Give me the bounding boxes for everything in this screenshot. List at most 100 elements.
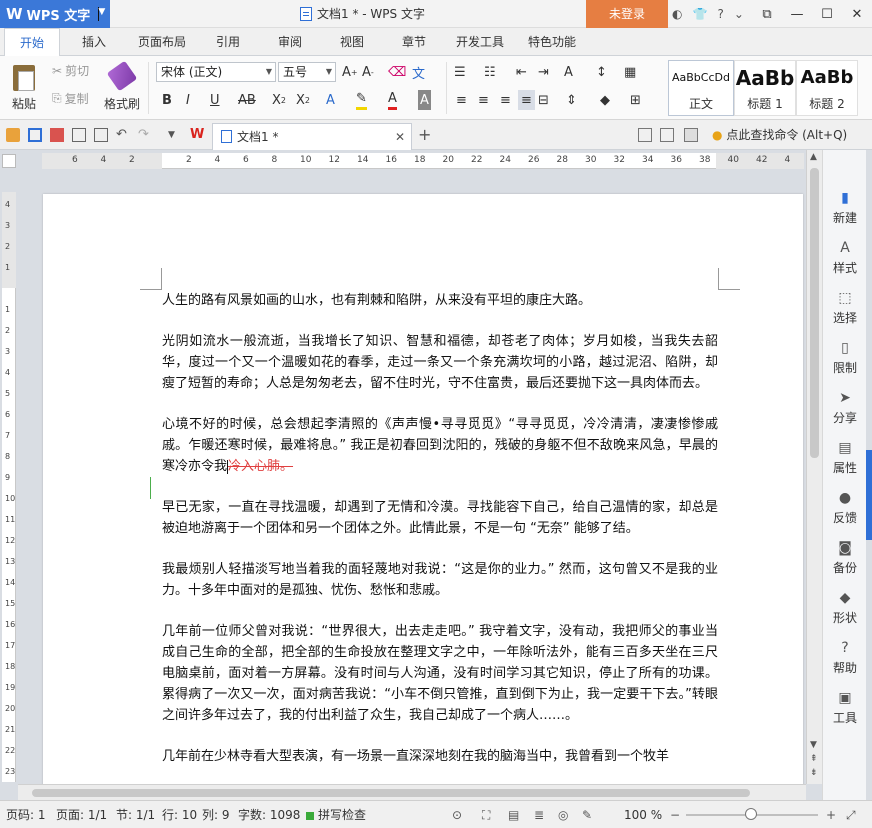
format-painter-button[interactable]: 格式刷 bbox=[102, 60, 142, 116]
font-color-icon[interactable]: A bbox=[388, 90, 397, 110]
horizontal-ruler[interactable]: 6 4 2 2 4 6 8 10 12 14 16 18 20 22 24 26 28 30 32 34 36 38 40 4… bbox=[42, 153, 804, 169]
paragraph[interactable]: 我最烦别人轻描淡写地当着我的面轻蔑地对我说：“这是你的业力。” 然而，这句曾又不… bbox=[162, 559, 718, 601]
outline-view-icon[interactable]: ≣ bbox=[534, 801, 544, 828]
align-center-icon[interactable]: ≡ bbox=[478, 90, 489, 110]
numbered-list-icon[interactable]: ☷ bbox=[484, 62, 496, 82]
horizontal-scroll-thumb[interactable] bbox=[32, 789, 750, 797]
highlight-icon[interactable]: ✎ bbox=[356, 90, 367, 110]
close-tab-icon[interactable]: ✕ bbox=[395, 124, 405, 150]
track-changes-icon[interactable]: ⊙ bbox=[452, 801, 462, 828]
char-shading-icon[interactable]: A bbox=[418, 90, 431, 110]
web-view-icon[interactable]: ◎ bbox=[558, 801, 568, 828]
paste-button[interactable]: 粘贴 bbox=[6, 60, 42, 116]
shirt-icon[interactable]: 👕 bbox=[692, 7, 707, 21]
open-folder-icon[interactable] bbox=[6, 128, 20, 142]
print-preview-icon[interactable] bbox=[94, 128, 108, 142]
style-heading-1[interactable]: AaBb 标题 1 bbox=[734, 60, 796, 116]
close-icon[interactable]: ✕ bbox=[842, 7, 872, 22]
tab-view[interactable]: 视图 bbox=[340, 28, 364, 56]
tab-insert[interactable]: 插入 bbox=[82, 28, 106, 56]
panel-properties[interactable]: ▤ 属性 bbox=[823, 440, 867, 476]
document-text[interactable]: 人生的路有风景如画的山水，也有荆棘和陷阱，从来没有平坦的康庄大路。 光阴如流水一… bbox=[162, 290, 718, 787]
paragraph-with-revision[interactable]: 心境不好的时候，总会想起李清照的《声声慢•寻寻觅觅》“寻寻觅觅，冷冷清清，凄凄惨… bbox=[162, 414, 718, 477]
increase-indent-icon[interactable]: ⇥ bbox=[538, 62, 549, 82]
window-layout-icon[interactable] bbox=[638, 128, 652, 142]
zoom-in-icon[interactable]: + bbox=[826, 801, 836, 828]
fullscreen-icon[interactable]: ⛶ bbox=[482, 801, 490, 828]
page-view-icon[interactable]: ▤ bbox=[508, 801, 519, 828]
style-heading-2[interactable]: AaBb 标题 2 bbox=[796, 60, 858, 116]
redo-icon[interactable]: ↷ bbox=[138, 128, 152, 142]
italic-icon[interactable]: I bbox=[186, 90, 190, 110]
ruler-corner[interactable] bbox=[2, 154, 16, 168]
minimize-icon[interactable]: — bbox=[782, 7, 812, 22]
align-left-icon[interactable]: ≡ bbox=[456, 90, 467, 110]
underline-icon[interactable]: U bbox=[210, 90, 220, 110]
status-words[interactable]: 字数: 1098 bbox=[238, 801, 300, 828]
paragraph[interactable]: 几年前在少林寺看大型表演，有一场景一直深深地刻在我的脑海当中，我曾看到一个牧羊 bbox=[162, 746, 718, 767]
tab-features[interactable]: 特色功能 bbox=[528, 28, 576, 56]
strikethrough-icon[interactable]: AB bbox=[238, 90, 256, 110]
tab-page-layout[interactable]: 页面布局 bbox=[138, 28, 186, 56]
font-size-select[interactable]: 五号 ▼ bbox=[278, 62, 336, 82]
paragraph[interactable]: 光阴如流水一般流逝，当我增长了知识、智慧和福德，却苍老了肉体；岁月如梭，当我失去… bbox=[162, 331, 718, 394]
panel-new[interactable]: ▮ 新建 bbox=[823, 190, 867, 226]
paragraph[interactable]: 人生的路有风景如画的山水，也有荆棘和陷阱，从来没有平坦的康庄大路。 bbox=[162, 290, 718, 311]
zoom-level[interactable]: 100 % bbox=[624, 801, 662, 828]
tab-start[interactable]: 开始 bbox=[4, 28, 60, 57]
reading-view-icon[interactable]: ✎ bbox=[582, 801, 592, 828]
subscript-icon[interactable]: X2 bbox=[296, 90, 310, 110]
panel-tools[interactable]: ▣ 工具 bbox=[823, 690, 867, 726]
scroll-up-icon[interactable]: ▲ bbox=[810, 152, 817, 162]
border-icon[interactable]: ⊞ bbox=[630, 90, 641, 110]
panel-feedback[interactable]: ● 反馈 bbox=[823, 490, 867, 526]
wps-app-menu-button[interactable]: W WPS 文字 ▼ bbox=[0, 0, 110, 28]
scroll-down-icon[interactable]: ▼ bbox=[810, 740, 817, 750]
table-grid-icon[interactable]: ▦ bbox=[624, 62, 636, 82]
tab-references[interactable]: 引用 bbox=[216, 28, 240, 56]
bold-icon[interactable]: B bbox=[162, 90, 172, 110]
print-icon[interactable] bbox=[72, 128, 86, 142]
login-button[interactable]: 未登录 bbox=[586, 0, 668, 28]
shrink-font-icon[interactable]: A- bbox=[362, 62, 374, 82]
save-icon[interactable] bbox=[28, 128, 42, 142]
font-name-select[interactable]: 宋体 (正文) ▼ bbox=[156, 62, 276, 82]
panel-share[interactable]: ➤ 分享 bbox=[823, 390, 867, 426]
justify-icon[interactable]: ≡ bbox=[518, 90, 535, 110]
help-icon[interactable]: ? bbox=[717, 7, 723, 21]
maximize-icon[interactable]: ☐ bbox=[812, 7, 842, 22]
shading-fill-icon[interactable]: ◆ bbox=[600, 90, 610, 110]
phonetic-guide-icon[interactable]: 文 bbox=[412, 62, 425, 82]
fit-window-icon[interactable]: ⤢ bbox=[846, 801, 856, 828]
new-tab-icon[interactable]: + bbox=[418, 127, 432, 143]
superscript-icon[interactable]: X2 bbox=[272, 90, 286, 110]
pdf-export-icon[interactable] bbox=[50, 128, 64, 142]
grow-font-icon[interactable]: A + bbox=[342, 62, 358, 82]
tab-developer[interactable]: 开发工具 bbox=[456, 28, 504, 56]
chevron-down-icon[interactable]: ▼ bbox=[168, 128, 182, 142]
tab-review[interactable]: 审阅 bbox=[278, 28, 302, 56]
zoom-out-icon[interactable]: − bbox=[670, 801, 680, 828]
panel-select[interactable]: ⬚ 选择 bbox=[823, 290, 867, 326]
next-page-icon[interactable]: ⇟ bbox=[810, 768, 818, 778]
tab-chapter[interactable]: 章节 bbox=[402, 28, 426, 56]
vertical-ruler[interactable]: 4 3 2 1 1 2 3 4 5 6 7 8 9 10 11 12 13 14 15 16 17 18 19 20 21 22 2… bbox=[2, 192, 16, 782]
clear-format-icon[interactable]: ⌫ bbox=[388, 62, 406, 82]
align-right-icon[interactable]: ≡ bbox=[500, 90, 511, 110]
panel-restrict[interactable]: ▯ 限制 bbox=[823, 340, 867, 376]
zoom-slider-knob[interactable] bbox=[745, 808, 757, 820]
panel-shapes[interactable]: ◆ 形状 bbox=[823, 590, 867, 626]
copy-button[interactable]: ⎘ 复制 bbox=[52, 90, 89, 107]
vertical-scroll-thumb[interactable] bbox=[810, 168, 819, 458]
distribute-icon[interactable]: ⊟ bbox=[538, 90, 549, 110]
undo-icon[interactable]: ↶ bbox=[116, 128, 130, 142]
panel-collapse-handle[interactable] bbox=[866, 450, 872, 540]
vertical-scrollbar[interactable]: ▲ ▼ ⇞ ⇟ bbox=[806, 150, 822, 784]
sort-icon[interactable]: ↕ bbox=[596, 62, 607, 82]
document-tab[interactable]: 文档1 * ✕ bbox=[212, 123, 412, 150]
panel-backup[interactable]: ◙ 备份 bbox=[823, 540, 867, 576]
status-page[interactable]: 页码: 1 bbox=[6, 801, 46, 828]
paragraph[interactable]: 早已无家，一直在寻找温暖，却遇到了无情和冷漠。寻找能容下自己，给自己温情的家，却… bbox=[162, 497, 718, 539]
prev-page-icon[interactable]: ⇞ bbox=[810, 754, 818, 764]
panel-styles[interactable]: A 样式 bbox=[823, 240, 867, 276]
